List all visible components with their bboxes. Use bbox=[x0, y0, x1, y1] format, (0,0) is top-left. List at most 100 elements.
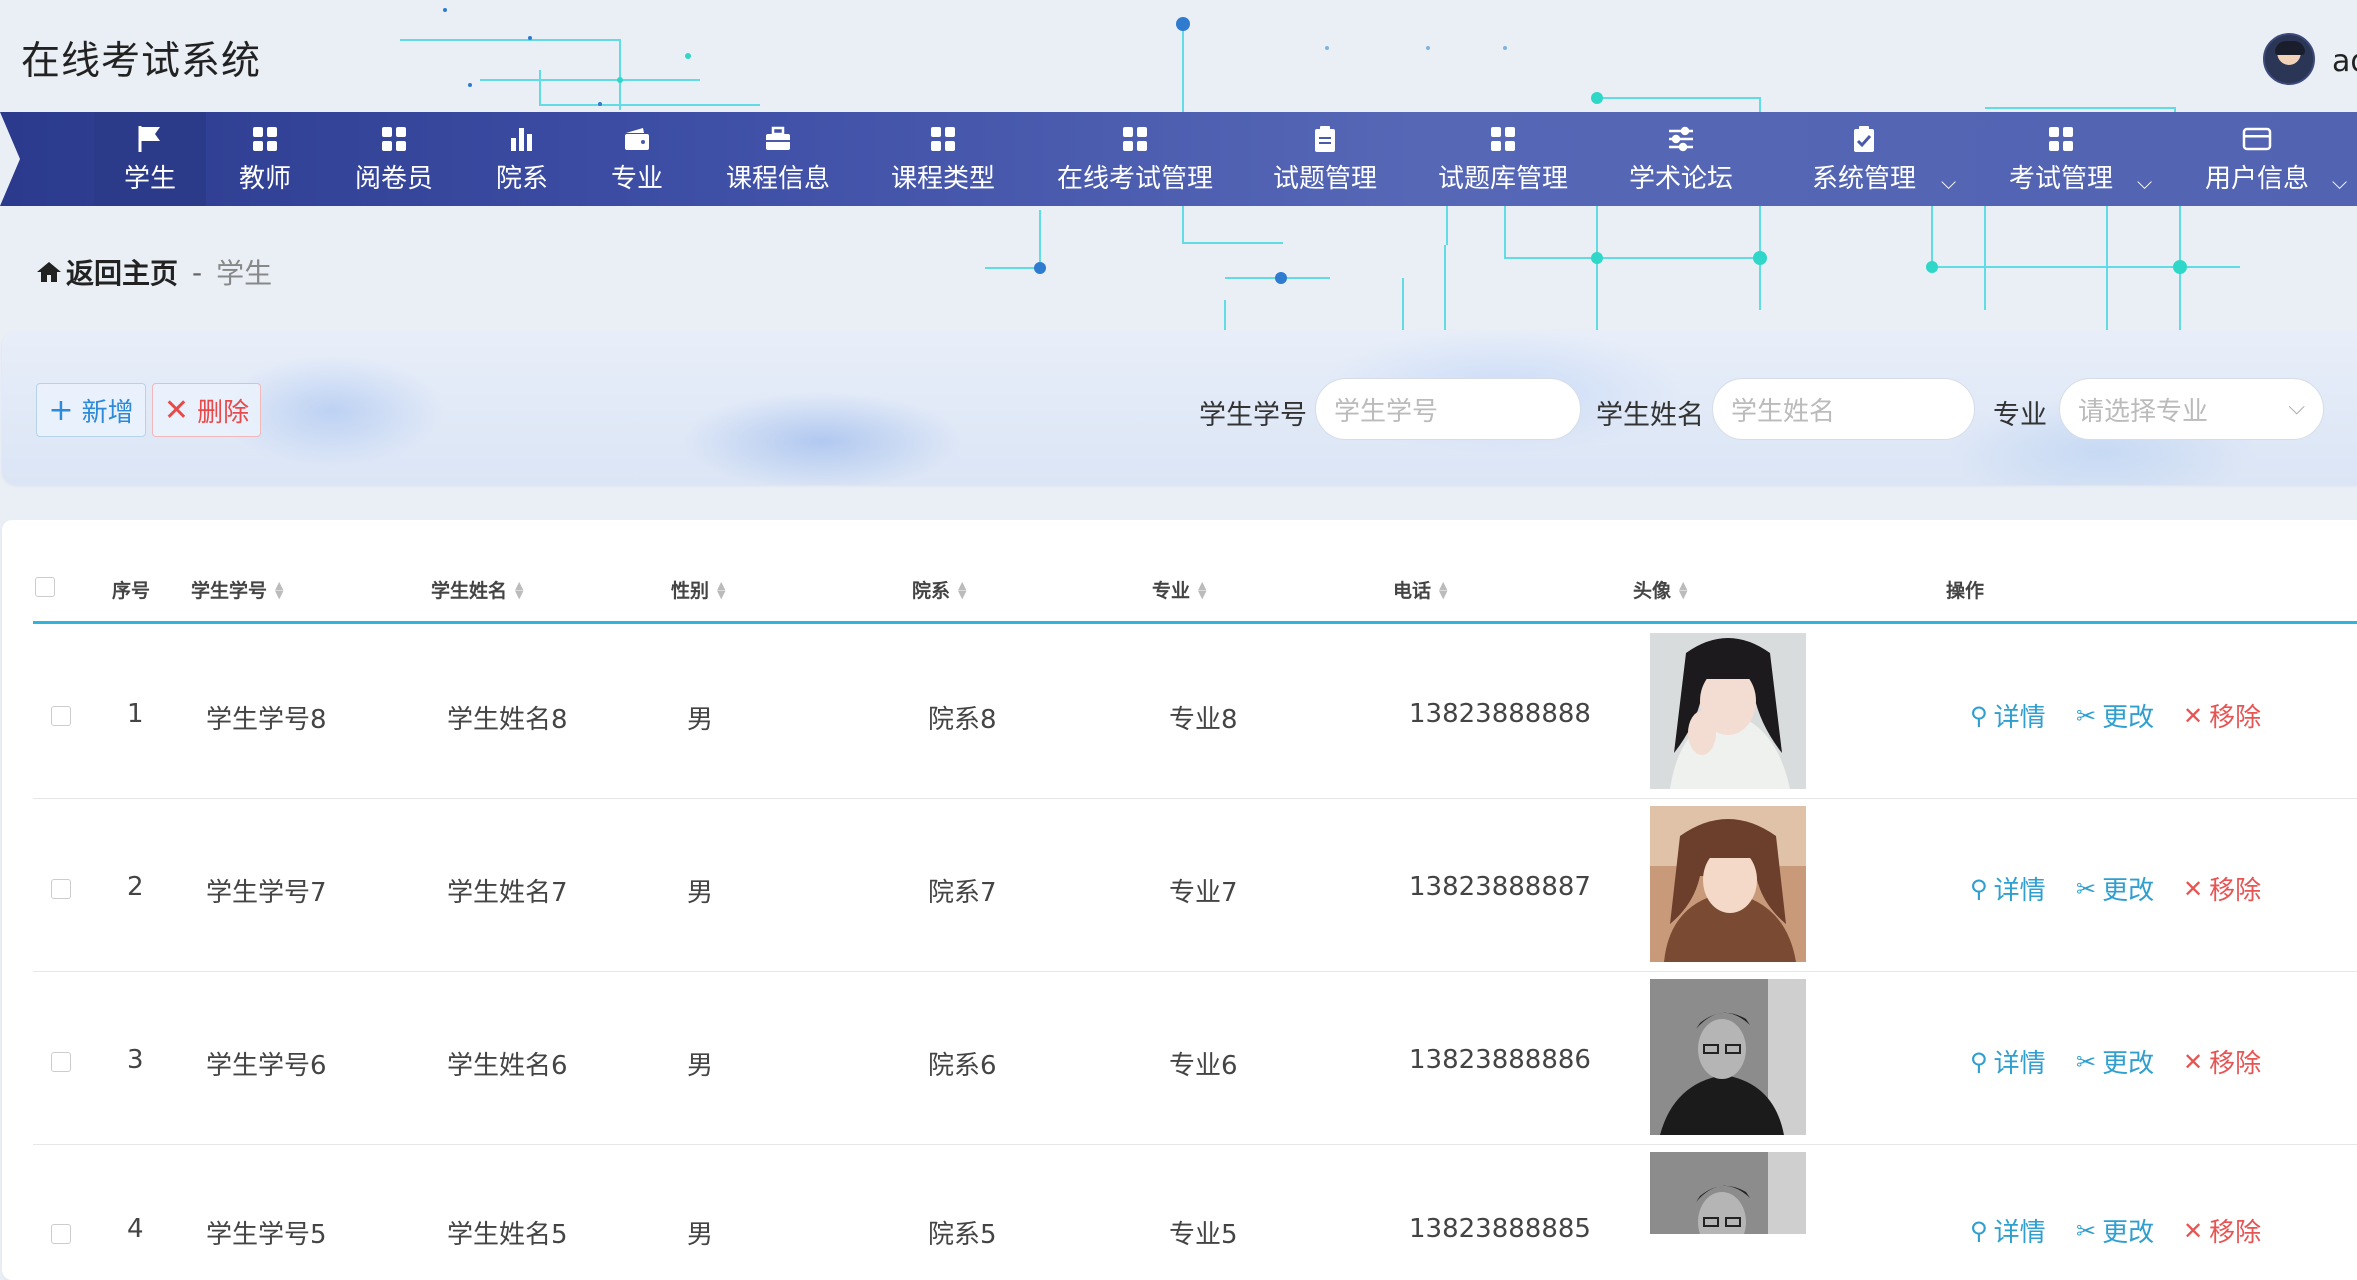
column-header-phone[interactable]: 电话 ▲ ▼ bbox=[1393, 576, 1447, 603]
chevron-down-icon: ⌵ bbox=[2288, 395, 2305, 420]
nav-label: 试题管理 bbox=[1272, 163, 1377, 194]
avatar-photo[interactable] bbox=[1650, 806, 1806, 962]
cell-phone: 13823888888 bbox=[1409, 699, 1591, 729]
grid-icon bbox=[379, 124, 409, 154]
wallet-icon bbox=[622, 124, 652, 154]
nav-label: 课程信息 bbox=[725, 163, 830, 194]
column-header-student-no[interactable]: 学生学号 ▲ ▼ bbox=[191, 576, 283, 603]
avatar-photo[interactable] bbox=[1650, 1152, 1806, 1234]
select-all-checkbox[interactable] bbox=[35, 577, 55, 597]
row-divider bbox=[33, 971, 2357, 972]
column-header-gender[interactable]: 性别 ▲ ▼ bbox=[671, 576, 725, 603]
remove-button[interactable]: ✕ 移除 bbox=[2183, 1212, 2261, 1249]
student-name-placeholder: 学生姓名 bbox=[1731, 396, 1836, 427]
card-icon bbox=[2242, 124, 2272, 154]
detail-button[interactable]: ⚲ 详情 bbox=[1970, 697, 2046, 734]
column-header-dept[interactable]: 院系 ▲ ▼ bbox=[912, 576, 966, 603]
nav-item-grader[interactable]: 阅卷员 bbox=[343, 112, 445, 206]
nav-item-course-info[interactable]: 课程信息 bbox=[720, 112, 836, 206]
column-header-index: 序号 bbox=[112, 580, 151, 602]
nav-item-question[interactable]: 试题管理 bbox=[1267, 112, 1383, 206]
add-button[interactable]: + 新增 bbox=[36, 383, 146, 437]
user-avatar[interactable] bbox=[2263, 33, 2315, 85]
sliders-icon bbox=[1666, 124, 1696, 154]
clipboard-check-icon bbox=[1849, 124, 1879, 154]
tools-icon: ✂ bbox=[2076, 874, 2097, 903]
nav-item-online-exam[interactable]: 在线考试管理 bbox=[1055, 112, 1215, 206]
nav-item-major[interactable]: 专业 bbox=[597, 112, 677, 206]
cell-phone: 13823888886 bbox=[1409, 1045, 1591, 1075]
student-name-input[interactable]: 学生姓名 bbox=[1712, 378, 1975, 440]
row-checkbox[interactable] bbox=[51, 879, 71, 899]
breadcrumb-home[interactable]: 返回主页 bbox=[36, 252, 178, 292]
edit-button[interactable]: ✂ 更改 bbox=[2076, 697, 2154, 734]
nav-item-department[interactable]: 院系 bbox=[482, 112, 562, 206]
nav-item-teacher[interactable]: 教师 bbox=[220, 112, 310, 206]
search-icon: ⚲ bbox=[1970, 1047, 1988, 1076]
column-header-avatar[interactable]: 头像 ▲ ▼ bbox=[1633, 576, 1687, 603]
cell-dept: 院系7 bbox=[928, 878, 997, 908]
cell-major: 专业7 bbox=[1169, 878, 1238, 908]
sort-icon[interactable]: ▲ ▼ bbox=[1198, 580, 1206, 600]
column-header-actions: 操作 bbox=[1946, 580, 1985, 602]
row-checkbox[interactable] bbox=[51, 706, 71, 726]
cell-gender: 男 bbox=[687, 1220, 714, 1250]
remove-button[interactable]: ✕ 移除 bbox=[2183, 1043, 2261, 1080]
close-icon: ✕ bbox=[2183, 1216, 2204, 1245]
remove-button[interactable]: ✕ 移除 bbox=[2183, 697, 2261, 734]
edit-button[interactable]: ✂ 更改 bbox=[2076, 870, 2154, 907]
home-icon bbox=[37, 262, 61, 282]
sort-icon[interactable]: ▲ ▼ bbox=[1439, 580, 1447, 600]
sort-icon[interactable]: ▲ ▼ bbox=[958, 580, 966, 600]
detail-button[interactable]: ⚲ 详情 bbox=[1970, 1043, 2046, 1080]
flag-icon bbox=[135, 124, 165, 154]
row-divider bbox=[33, 1144, 2357, 1145]
sort-icon[interactable]: ▲ ▼ bbox=[1679, 580, 1687, 600]
column-header-major[interactable]: 专业 ▲ ▼ bbox=[1152, 576, 1206, 603]
avatar-photo[interactable] bbox=[1650, 633, 1806, 789]
nav-arrow-decoration bbox=[0, 112, 20, 206]
cell-gender: 男 bbox=[687, 705, 714, 735]
nav-label: 在线考试管理 bbox=[1056, 163, 1213, 194]
nav-item-system[interactable]: 系统管理 bbox=[1806, 112, 1922, 206]
nav-item-exam-manage[interactable]: 考试管理 bbox=[2003, 112, 2119, 206]
student-no-input[interactable]: 学生学号 bbox=[1315, 378, 1581, 440]
row-checkbox[interactable] bbox=[51, 1224, 71, 1244]
detail-button[interactable]: ⚲ 详情 bbox=[1970, 870, 2046, 907]
student-no-placeholder: 学生学号 bbox=[1334, 396, 1439, 427]
nav-item-user-info[interactable]: 用户信息 bbox=[2199, 112, 2315, 206]
cell-student-no: 学生学号5 bbox=[206, 1220, 327, 1250]
edit-button[interactable]: ✂ 更改 bbox=[2076, 1043, 2154, 1080]
avatar-photo[interactable] bbox=[1650, 979, 1806, 1135]
sort-icon[interactable]: ▲ ▼ bbox=[717, 580, 725, 600]
chevron-down-icon: ⌵ bbox=[1941, 170, 1957, 194]
cell-student-no: 学生学号8 bbox=[206, 705, 327, 735]
detail-button[interactable]: ⚲ 详情 bbox=[1970, 1212, 2046, 1249]
top-header: 在线考试系统 ad bbox=[0, 0, 2357, 112]
remove-button[interactable]: ✕ 移除 bbox=[2183, 870, 2261, 907]
delete-button[interactable]: ✕ 删除 bbox=[152, 383, 261, 437]
cell-major: 专业5 bbox=[1169, 1220, 1238, 1250]
cell-index: 2 bbox=[127, 872, 144, 902]
cell-index: 1 bbox=[127, 699, 144, 729]
edit-button[interactable]: ✂ 更改 bbox=[2076, 1212, 2154, 1249]
breadcrumb: 返回主页 - 学生 bbox=[36, 252, 272, 292]
cell-index: 4 bbox=[127, 1214, 144, 1244]
clipboard-icon bbox=[1310, 124, 1340, 154]
grid-icon bbox=[1120, 124, 1150, 154]
sort-icon[interactable]: ▲ ▼ bbox=[275, 580, 283, 600]
cell-phone: 13823888885 bbox=[1409, 1214, 1591, 1244]
username[interactable]: ad bbox=[2332, 44, 2357, 79]
briefcase-icon bbox=[763, 124, 793, 154]
nav-item-question-bank[interactable]: 试题库管理 bbox=[1433, 112, 1573, 206]
nav-item-forum[interactable]: 学术论坛 bbox=[1623, 112, 1739, 206]
breadcrumb-home-label: 返回主页 bbox=[66, 257, 179, 290]
sort-icon[interactable]: ▲ ▼ bbox=[515, 580, 523, 600]
major-select[interactable]: 请选择专业 ⌵ bbox=[2059, 378, 2324, 440]
nav-item-student[interactable]: 学生 bbox=[94, 112, 206, 206]
row-checkbox[interactable] bbox=[51, 1052, 71, 1072]
search-icon: ⚲ bbox=[1970, 1216, 1988, 1245]
nav-item-course-type[interactable]: 课程类型 bbox=[885, 112, 1001, 206]
tools-icon: ✂ bbox=[2076, 1216, 2097, 1245]
column-header-name[interactable]: 学生姓名 ▲ ▼ bbox=[431, 576, 523, 603]
